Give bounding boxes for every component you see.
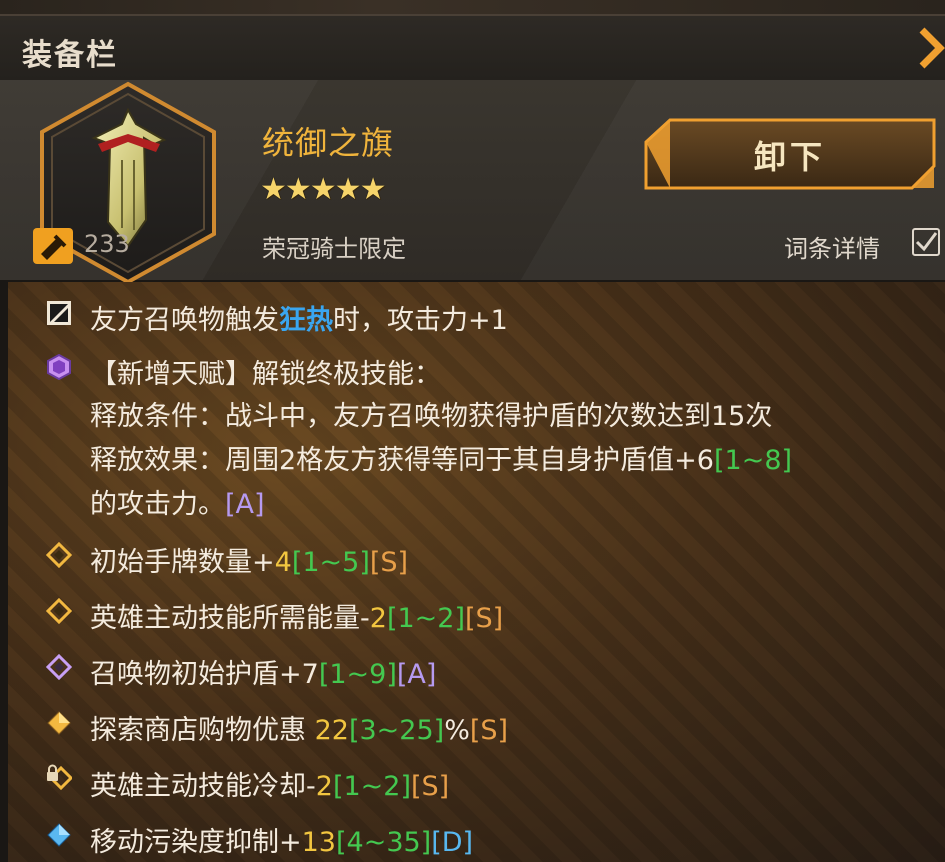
item-name: 统御之旗 <box>262 124 395 162</box>
item-source: 荣冠骑士限定 <box>262 235 406 263</box>
purple-hexagon-icon <box>47 354 71 380</box>
details-toggle-label[interactable]: 词条详情 <box>784 229 880 264</box>
unequip-button-label[interactable]: 卸下 <box>640 132 940 178</box>
purple-diamond-icon <box>46 654 72 680</box>
level-badge-icon <box>33 228 73 264</box>
star-rating: ★★★★★ <box>260 172 386 207</box>
title-bar: 装备栏 <box>0 14 945 82</box>
stats-panel: 友方召唤物触发狂热时，攻击力+1 【新增天赋】解锁终极技能： 释放条件：战斗中，… <box>8 282 945 862</box>
gold-diamond-icon <box>46 598 72 624</box>
item-level: 233 <box>84 230 130 258</box>
details-checkbox[interactable] <box>912 228 940 256</box>
gold-diamond-icon <box>46 542 72 568</box>
blue-diamond-icon <box>47 823 71 847</box>
gold-filled-diamond-icon <box>47 711 71 735</box>
stat-text: 友方召唤物触发狂热时，攻击力+1 <box>90 305 508 336</box>
talent-title: 【新增天赋】解锁终极技能： <box>90 359 441 390</box>
chevron-right-icon[interactable] <box>912 24 945 72</box>
black-diamond-icon <box>47 301 71 325</box>
window-title: 装备栏 <box>22 38 118 73</box>
lock-diamond-icon <box>47 764 72 790</box>
checkmark-icon <box>915 232 938 252</box>
